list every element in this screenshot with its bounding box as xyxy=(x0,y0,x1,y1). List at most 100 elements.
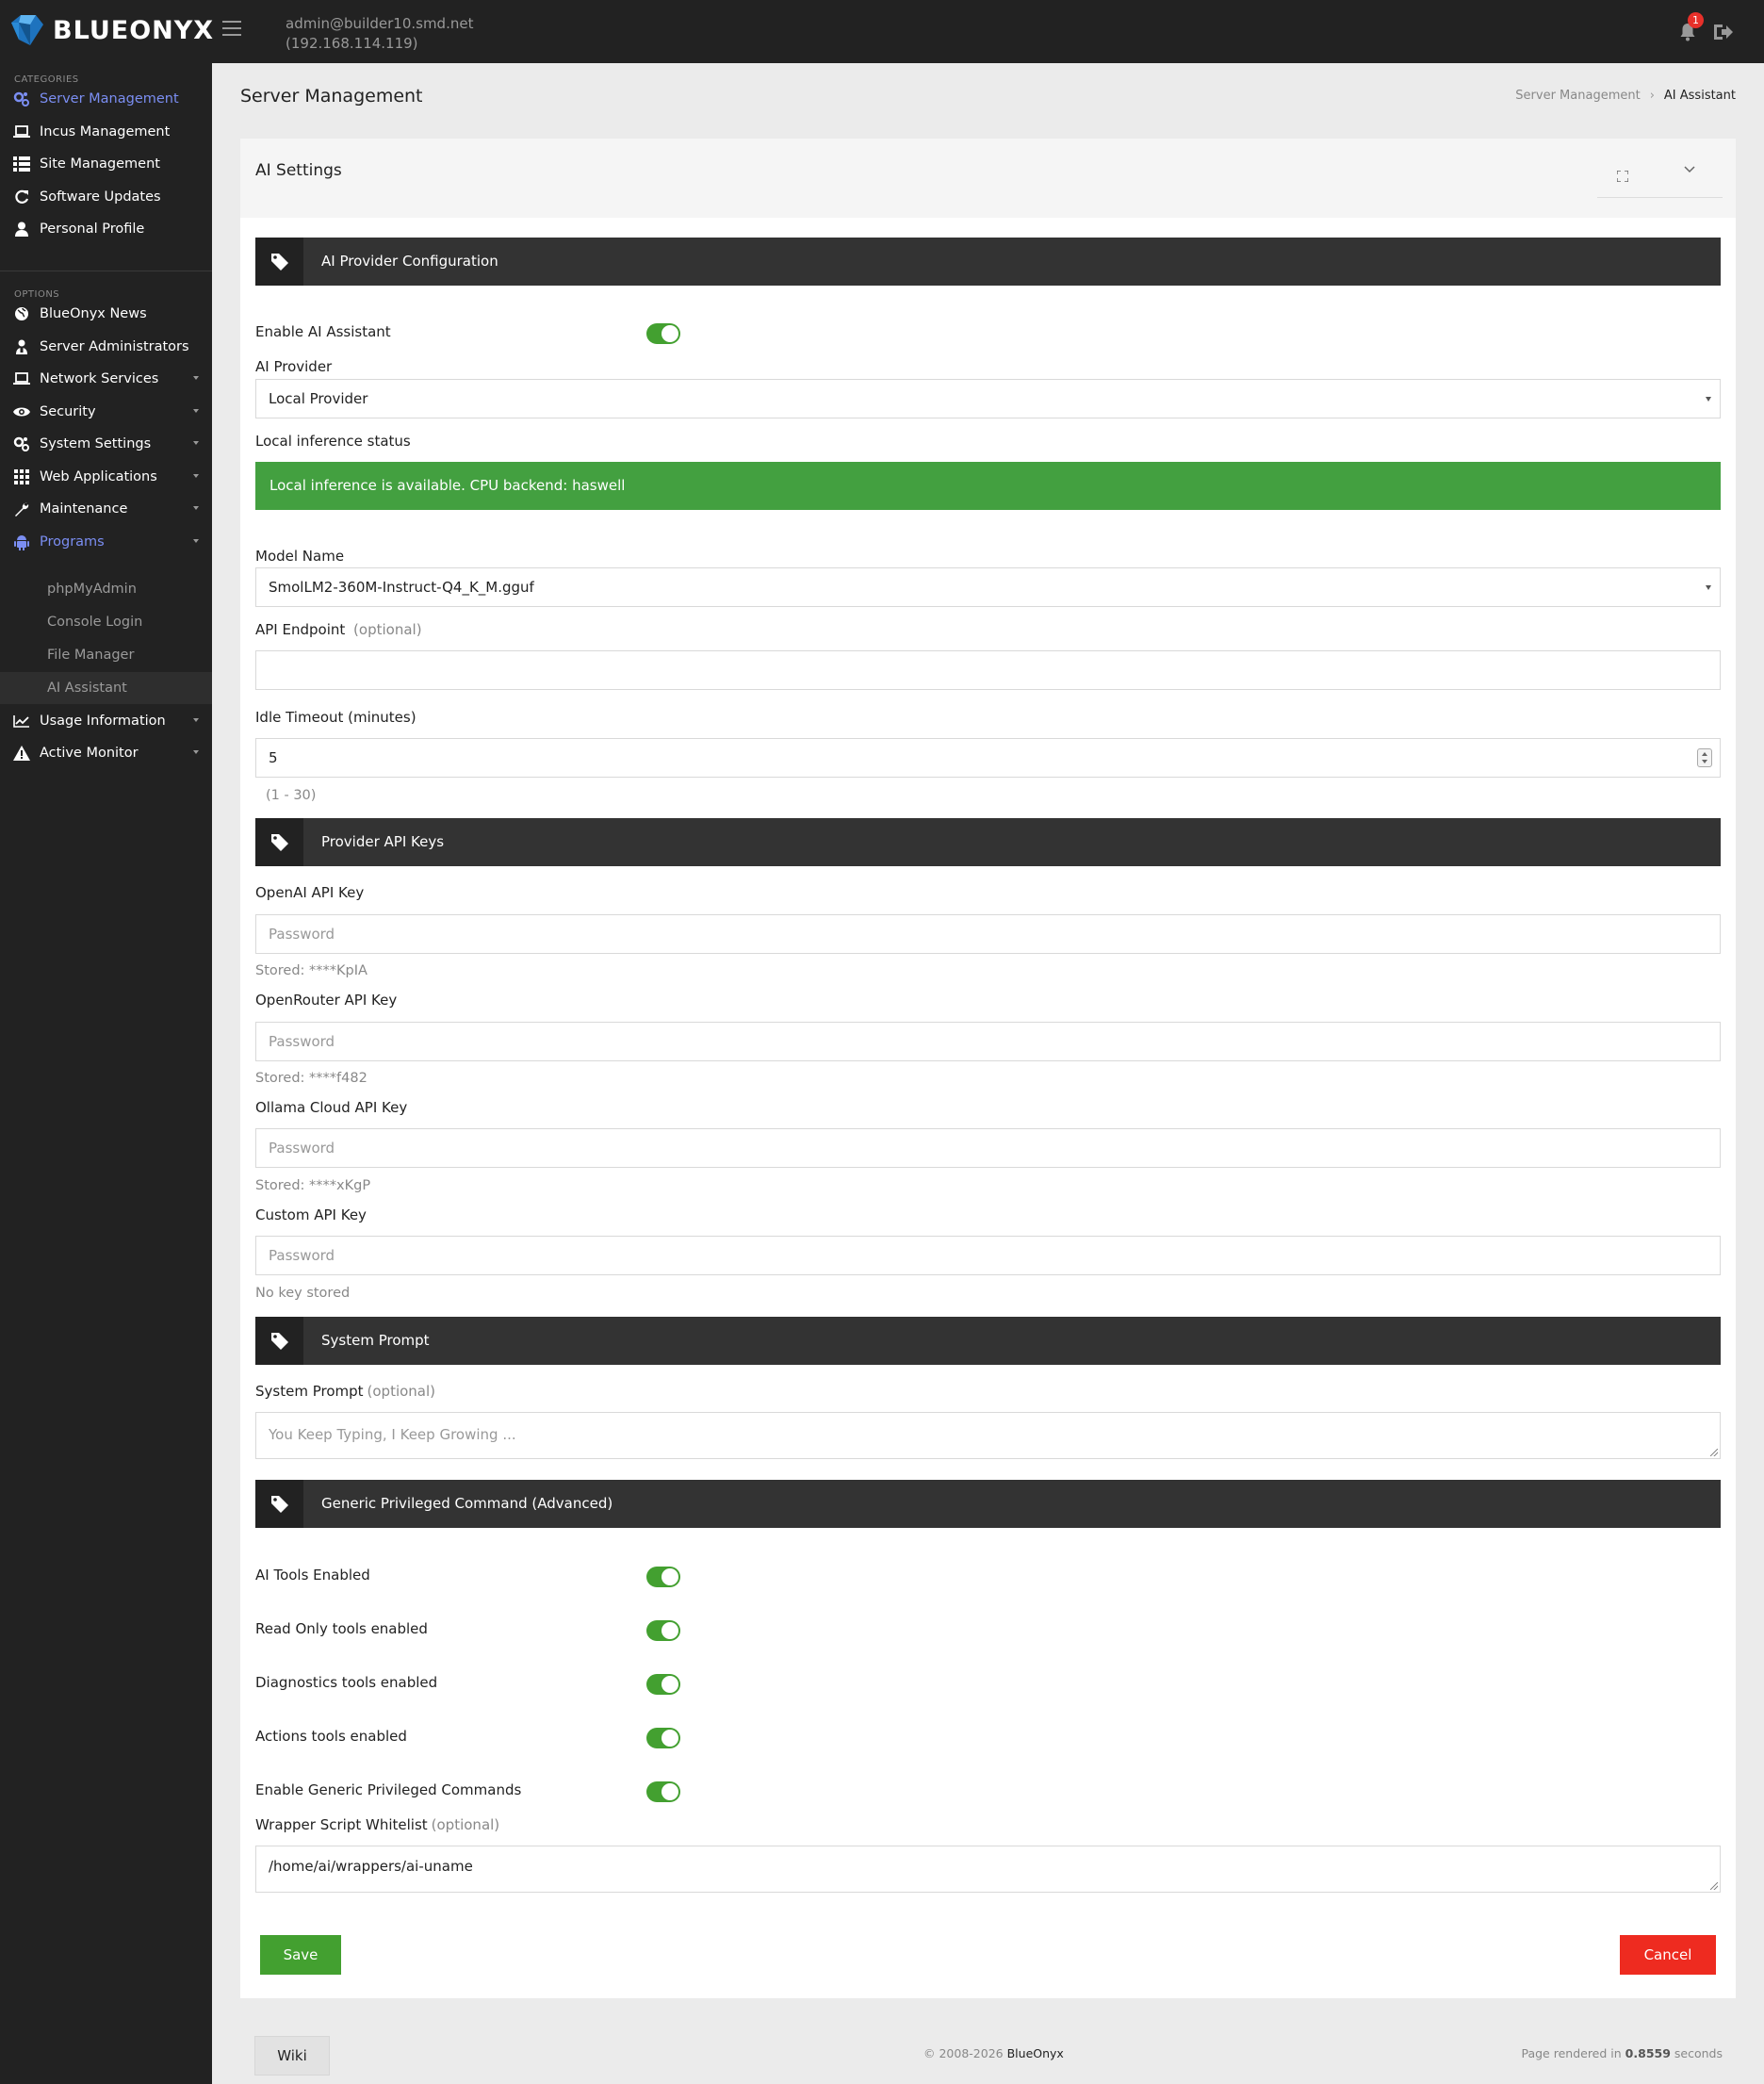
chevron-down-icon[interactable] xyxy=(1684,166,1695,173)
sidebar-item-active-monitor[interactable]: Active Monitor xyxy=(0,738,212,768)
diagnostics-tools-toggle[interactable] xyxy=(646,1674,680,1695)
enable-ai-toggle[interactable] xyxy=(646,323,680,344)
number-spinner-icon[interactable] xyxy=(1697,748,1712,767)
sidebar-item-label: Maintenance xyxy=(40,501,128,517)
users-icon xyxy=(13,338,30,355)
section-title: Generic Privileged Command (Advanced) xyxy=(321,1495,613,1512)
user-info: admin@builder10.smd.net (192.168.114.119… xyxy=(286,14,473,54)
brand-logo[interactable]: BLUEONYX xyxy=(8,13,214,47)
sidebar-item-site-management[interactable]: Site Management xyxy=(0,149,212,179)
openai-key-label: OpenAI API Key xyxy=(255,884,365,901)
caret-down-icon xyxy=(193,750,199,754)
whitelist-value: /home/ai/wrappers/ai-uname xyxy=(269,1858,473,1875)
openai-key-input[interactable]: Password xyxy=(255,914,1721,954)
actions-tools-toggle[interactable] xyxy=(646,1728,680,1748)
sidebar-item-software-updates[interactable]: Software Updates xyxy=(0,182,212,212)
notification-badge: 1 xyxy=(1688,12,1704,28)
tag-icon xyxy=(255,238,303,286)
tag-icon xyxy=(255,818,303,866)
eye-icon xyxy=(13,403,30,420)
cancel-button[interactable]: Cancel xyxy=(1620,1935,1716,1975)
ai-provider-value: Local Provider xyxy=(269,390,368,407)
sidebar-item-maintenance[interactable]: Maintenance xyxy=(0,494,212,524)
save-button[interactable]: Save xyxy=(260,1935,341,1975)
ai-settings-panel: AI Settings AI Provider Configuration En… xyxy=(240,139,1736,1998)
sidebar-item-label: Usage Information xyxy=(40,714,166,729)
render-suffix: seconds xyxy=(1674,2046,1723,2060)
expand-icon[interactable] xyxy=(1617,171,1628,182)
sidebar-item-incus-management[interactable]: Incus Management xyxy=(0,117,212,147)
android-icon xyxy=(13,533,30,550)
system-prompt-textarea[interactable]: You Keep Typing, I Keep Growing ... xyxy=(255,1412,1721,1459)
system-prompt-placeholder: You Keep Typing, I Keep Growing ... xyxy=(269,1426,516,1443)
inference-status-alert: Local inference is available. CPU backen… xyxy=(255,462,1721,510)
sidebar-item-label: System Settings xyxy=(40,436,152,451)
idle-timeout-input[interactable]: 5 xyxy=(255,738,1721,778)
sidebar-item-personal-profile[interactable]: Personal Profile xyxy=(0,214,212,244)
gem-logo-icon xyxy=(11,15,43,45)
copyright-brand[interactable]: BlueOnyx xyxy=(1007,2046,1064,2060)
sidebar-item-server-administrators[interactable]: Server Administrators xyxy=(0,332,212,362)
breadcrumb: Server Management › AI Assistant xyxy=(1515,89,1736,103)
copyright-years: © 2008-2026 xyxy=(923,2046,1004,2060)
read-only-tools-toggle[interactable] xyxy=(646,1620,680,1641)
read-only-tools-label: Read Only tools enabled xyxy=(255,1620,428,1637)
sidebar-item-label: BlueOnyx News xyxy=(40,306,147,321)
optional-hint: (optional) xyxy=(353,621,422,638)
sidebar-item-web-applications[interactable]: Web Applications xyxy=(0,462,212,492)
sidebar-item-label: Server Administrators xyxy=(40,339,189,354)
ai-provider-select[interactable]: Local Provider xyxy=(255,379,1721,418)
user-email: admin@builder10.smd.net xyxy=(286,15,474,32)
breadcrumb-server-management[interactable]: Server Management xyxy=(1515,89,1640,103)
sidebar-item-network-services[interactable]: Network Services xyxy=(0,364,212,394)
ai-tools-enabled-toggle[interactable] xyxy=(646,1567,680,1587)
idle-timeout-label: Idle Timeout (minutes) xyxy=(255,709,416,726)
caret-down-icon xyxy=(193,718,199,722)
footer-render-time: Page rendered in 0.8559 seconds xyxy=(1521,2046,1723,2060)
custom-key-input[interactable]: Password xyxy=(255,1236,1721,1275)
footer-copyright: © 2008-2026 BlueOnyx xyxy=(923,2046,1064,2060)
logout-icon[interactable] xyxy=(1712,23,1733,41)
menu-toggle-icon[interactable] xyxy=(222,21,241,38)
sidebar-item-label: Programs xyxy=(40,534,105,550)
sidebar-sub-phpmyadmin[interactable]: phpMyAdmin xyxy=(0,573,212,605)
resize-grip-icon[interactable] xyxy=(1710,1882,1718,1890)
sidebar-sub-file-manager[interactable]: File Manager xyxy=(0,639,212,671)
sidebar-item-server-management[interactable]: Server Management xyxy=(0,84,212,114)
model-name-select[interactable]: SmolLM2-360M-Instruct-Q4_K_M.gguf xyxy=(255,567,1721,607)
resize-grip-icon[interactable] xyxy=(1710,1449,1718,1456)
ollama-key-input[interactable]: Password xyxy=(255,1128,1721,1168)
sidebar-item-usage-information[interactable]: Usage Information xyxy=(0,706,212,736)
user-ip: (192.168.114.119) xyxy=(286,35,418,52)
custom-key-label: Custom API Key xyxy=(255,1206,367,1223)
caret-down-icon xyxy=(193,441,199,445)
sidebar-item-label: Software Updates xyxy=(40,189,161,205)
api-endpoint-input[interactable] xyxy=(255,650,1721,690)
whitelist-label: Wrapper Script Whitelist (optional) xyxy=(255,1816,499,1833)
caret-down-icon xyxy=(193,376,199,380)
generic-commands-toggle[interactable] xyxy=(646,1781,680,1802)
section-system-prompt: System Prompt xyxy=(255,1317,1721,1365)
system-prompt-label: System Prompt (optional) xyxy=(255,1383,435,1400)
sidebar-sub-console-login[interactable]: Console Login xyxy=(0,606,212,638)
sidebar-item-security[interactable]: Security xyxy=(0,397,212,427)
caret-down-icon xyxy=(1706,585,1711,590)
diagnostics-tools-label: Diagnostics tools enabled xyxy=(255,1674,438,1691)
panel-title: AI Settings xyxy=(255,161,342,180)
enable-ai-label: Enable AI Assistant xyxy=(255,323,391,340)
breadcrumb-current: AI Assistant xyxy=(1663,89,1736,103)
sidebar-item-programs[interactable]: Programs xyxy=(0,527,212,557)
section-title: AI Provider Configuration xyxy=(321,253,498,270)
laptop-icon xyxy=(13,370,30,387)
sidebar-item-label: Personal Profile xyxy=(40,222,145,237)
openrouter-key-input[interactable]: Password xyxy=(255,1022,1721,1061)
sidebar-item-system-settings[interactable]: System Settings xyxy=(0,429,212,459)
caret-down-icon xyxy=(1706,397,1711,402)
user-icon xyxy=(13,221,30,238)
openrouter-key-label: OpenRouter API Key xyxy=(255,992,398,1009)
wiki-button[interactable]: Wiki xyxy=(254,2036,330,2076)
custom-key-stored: No key stored xyxy=(255,1286,351,1301)
sidebar-sub-ai-assistant[interactable]: AI Assistant xyxy=(0,672,212,704)
whitelist-textarea[interactable]: /home/ai/wrappers/ai-uname xyxy=(255,1846,1721,1893)
sidebar-item-blueonyx-news[interactable]: BlueOnyx News xyxy=(0,299,212,329)
